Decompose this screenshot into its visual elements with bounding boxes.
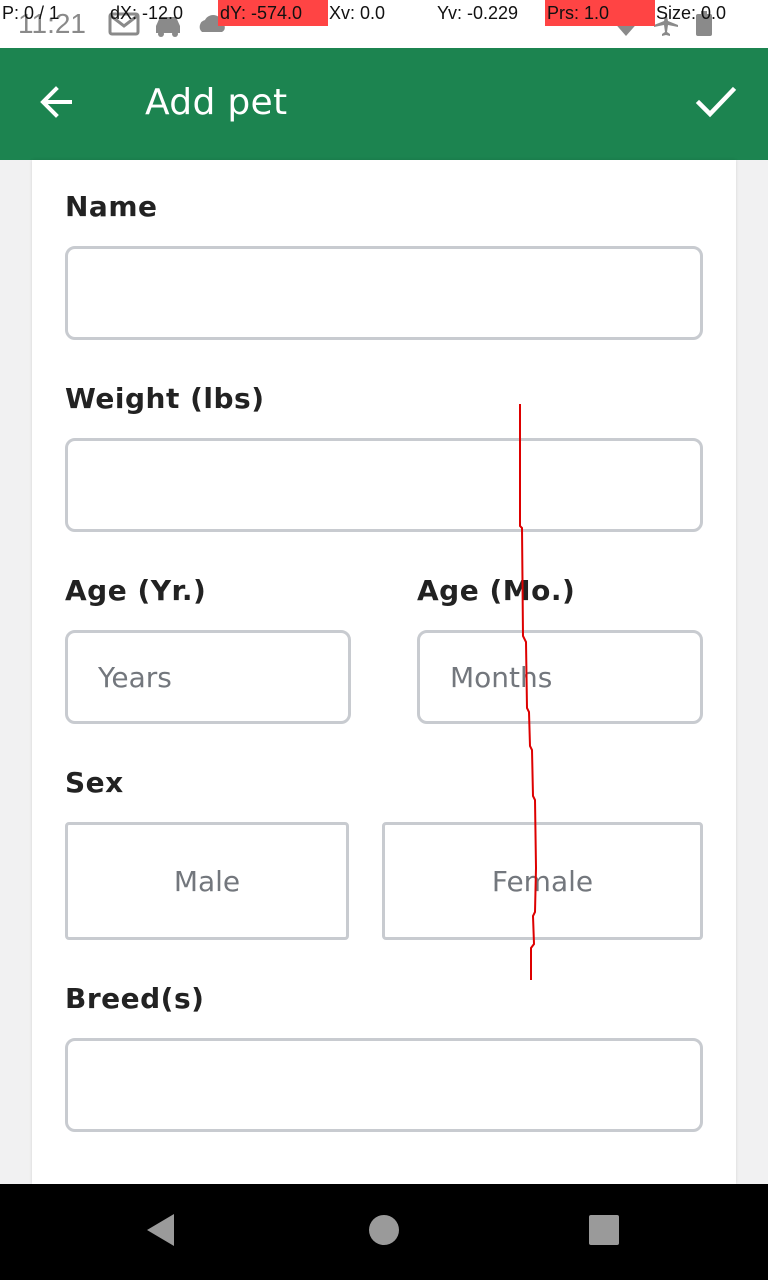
name-label: Name	[65, 190, 158, 223]
nav-back-button[interactable]	[131, 1202, 191, 1262]
weight-label: Weight (lbs)	[65, 382, 265, 415]
back-button[interactable]	[20, 68, 92, 140]
age-months-input[interactable]	[417, 630, 703, 724]
recents-square-icon	[589, 1214, 619, 1250]
arrow-left-icon	[36, 82, 76, 127]
save-button[interactable]	[680, 68, 752, 140]
breeds-label: Breed(s)	[65, 982, 205, 1015]
pointer-dx-text: dX: -12.0	[110, 3, 184, 23]
weight-input[interactable]	[65, 438, 703, 532]
pointer-dy-text: dY: -574.0	[218, 0, 328, 26]
check-icon	[694, 82, 738, 127]
nav-recents-button[interactable]	[574, 1202, 634, 1262]
add-pet-form: Name Weight (lbs) Age (Yr.) Age (Mo.) Se…	[32, 160, 736, 1184]
age-years-input[interactable]	[65, 630, 351, 724]
name-input[interactable]	[65, 246, 703, 340]
breeds-input[interactable]	[65, 1038, 703, 1132]
sex-label: Sex	[65, 766, 124, 799]
sex-female-button[interactable]: Female	[382, 822, 703, 940]
back-triangle-icon	[144, 1212, 178, 1253]
home-circle-icon	[368, 1214, 400, 1251]
pointer-count-text: P: 0 / 1	[2, 3, 60, 23]
nav-home-button[interactable]	[354, 1202, 414, 1262]
age-months-label: Age (Mo.)	[417, 574, 576, 607]
sex-male-button[interactable]: Male	[65, 822, 349, 940]
status-bar: 11:21 P: 0 / 1 dX: -12.0 dY: -574.0 Xv: …	[0, 0, 768, 48]
app-bar: Add pet	[0, 48, 768, 160]
system-nav-bar	[0, 1184, 768, 1280]
pointer-size-text: Size: 0.0	[656, 3, 727, 23]
pointer-yv-text: Yv: -0.229	[437, 3, 519, 23]
pointer-xv-text: Xv: 0.0	[329, 3, 386, 23]
pointer-pressure-text: Prs: 1.0	[545, 0, 655, 26]
page-title: Add pet	[145, 82, 288, 123]
age-years-label: Age (Yr.)	[65, 574, 207, 607]
